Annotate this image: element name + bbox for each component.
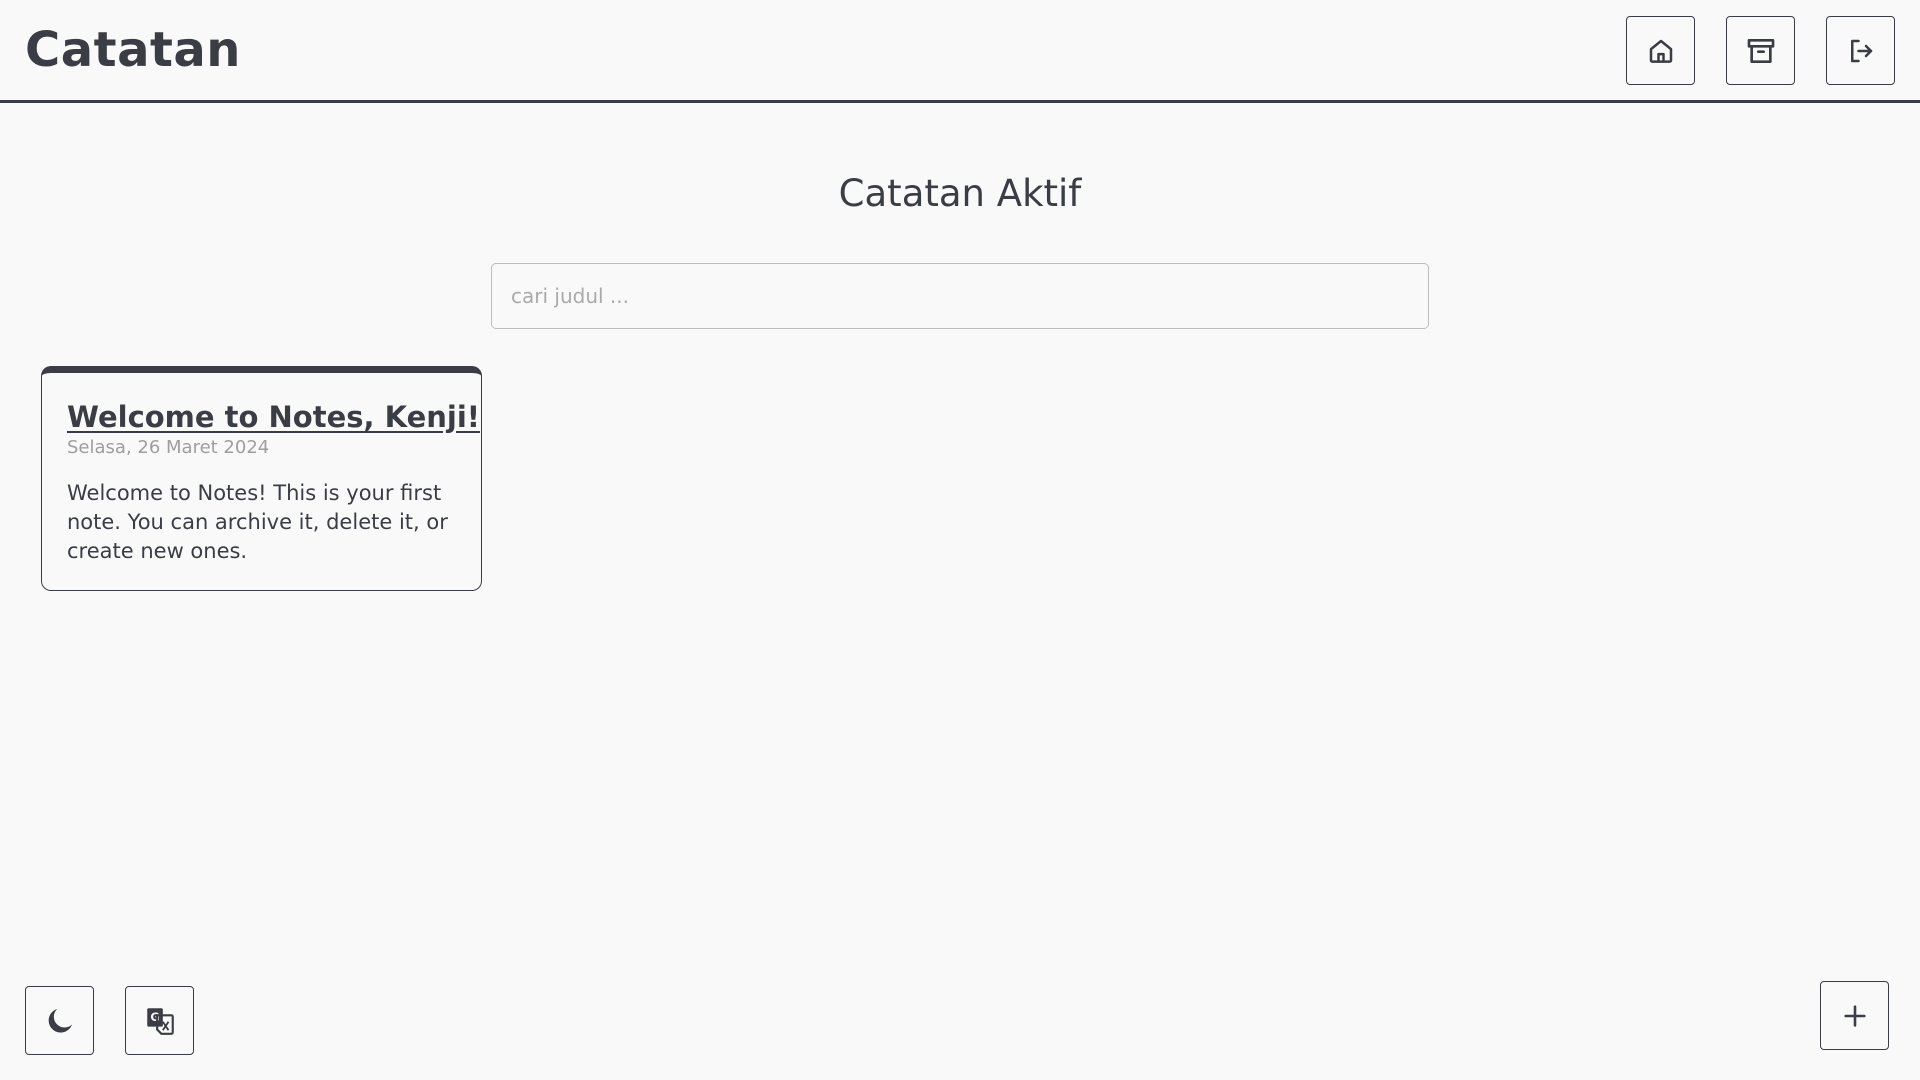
archive-button[interactable] bbox=[1726, 16, 1795, 85]
theme-toggle-button[interactable] bbox=[25, 986, 94, 1055]
app-header: Catatan bbox=[0, 0, 1920, 103]
language-toggle-button[interactable]: G bbox=[125, 986, 194, 1055]
archive-icon bbox=[1745, 35, 1777, 67]
plus-icon bbox=[1841, 1002, 1869, 1030]
note-body: Welcome to Notes! This is your first not… bbox=[67, 481, 448, 563]
note-title-link[interactable]: Welcome to Notes, Kenji! bbox=[67, 400, 480, 434]
search-input[interactable] bbox=[491, 263, 1429, 329]
logout-icon bbox=[1846, 36, 1876, 66]
page-heading: Catatan Aktif bbox=[838, 172, 1082, 215]
translate-icon: G bbox=[143, 1004, 177, 1038]
home-icon bbox=[1646, 36, 1676, 66]
home-button[interactable] bbox=[1626, 16, 1695, 85]
note-card: Welcome to Notes, Kenji! Selasa, 26 Mare… bbox=[41, 366, 482, 591]
logout-button[interactable] bbox=[1826, 16, 1895, 85]
svg-text:G: G bbox=[150, 1010, 159, 1024]
moon-icon bbox=[43, 1004, 77, 1038]
note-date: Selasa, 26 Maret 2024 bbox=[67, 437, 270, 458]
app-title: Catatan bbox=[25, 22, 241, 78]
add-note-button[interactable] bbox=[1820, 981, 1889, 1050]
